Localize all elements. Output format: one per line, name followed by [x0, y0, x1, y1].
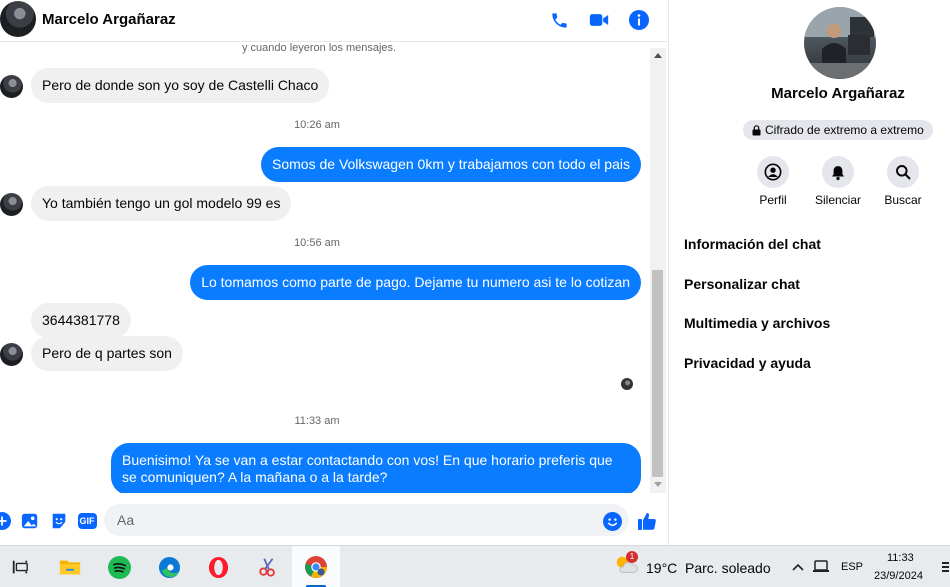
menu-privacy-help[interactable]: Privacidad y ayuda — [684, 355, 811, 371]
file-explorer-icon[interactable] — [58, 555, 82, 579]
emoji-icon[interactable] — [602, 511, 622, 531]
incoming-message[interactable]: 3644381778 — [31, 303, 131, 338]
gif-label: GIF — [77, 513, 97, 529]
sticker-icon[interactable] — [49, 511, 69, 531]
spotify-icon[interactable] — [107, 555, 131, 579]
bell-icon — [822, 156, 854, 188]
chat-scrollbar[interactable] — [650, 48, 666, 493]
photo-icon[interactable] — [20, 511, 40, 531]
avatar — [0, 193, 23, 216]
outgoing-message[interactable]: Somos de Volkswagen 0km y trabajamos con… — [261, 147, 641, 182]
encryption-badge[interactable]: Cifrado de extremo a extremo — [743, 120, 933, 140]
avatar — [0, 75, 23, 98]
profile-icon — [757, 156, 789, 188]
chat-details-panel: Marcelo Argañaraz Cifrado de extremo a e… — [668, 0, 950, 545]
chat-header: Marcelo Argañaraz — [0, 0, 667, 42]
message-timestamp: 11:33 am — [294, 415, 340, 427]
menu-chat-info[interactable]: Información del chat — [684, 236, 821, 252]
outgoing-message[interactable]: Buenisimo! Ya se van a estar contactando… — [111, 443, 641, 493]
clock-date[interactable]: 23/9/2024 — [874, 570, 923, 582]
notification-center-icon[interactable] — [938, 555, 950, 579]
weather-icon[interactable]: 1 — [614, 551, 638, 577]
scroll-up-arrow[interactable] — [654, 53, 662, 58]
lock-icon — [752, 124, 761, 135]
clock-time[interactable]: 11:33 — [887, 552, 914, 564]
incoming-message[interactable]: Yo también tengo un gol modelo 99 es — [31, 186, 292, 221]
contact-avatar[interactable] — [0, 1, 36, 37]
scroll-thumb[interactable] — [652, 270, 663, 477]
weather-condition[interactable]: Parc. soleado — [685, 560, 771, 576]
chrome-browser-icon[interactable] — [304, 555, 328, 579]
snipping-tool-icon[interactable] — [256, 555, 280, 579]
contact-name[interactable]: Marcelo Argañaraz — [42, 11, 176, 28]
taskbar: 1 19°C Parc. soleado ESP 11:33 23/9/2024 — [0, 545, 950, 587]
weather-temperature[interactable]: 19°C — [646, 560, 677, 576]
mute-action-button[interactable]: Silenciar — [806, 156, 870, 207]
plus-icon[interactable] — [0, 511, 12, 531]
search-action-button[interactable]: Buscar — [871, 156, 935, 207]
message-timestamp: 10:26 am — [294, 119, 340, 131]
profile-name: Marcelo Argañaraz — [771, 85, 905, 102]
video-call-icon[interactable] — [588, 9, 610, 31]
menu-customize-chat[interactable]: Personalizar chat — [684, 276, 800, 292]
read-receipt-avatar — [621, 378, 633, 390]
message-input[interactable] — [104, 504, 629, 536]
avatar — [0, 343, 23, 366]
phone-call-icon[interactable] — [548, 9, 570, 31]
search-icon — [887, 156, 919, 188]
profile-photo[interactable] — [804, 7, 876, 79]
task-view-icon[interactable] — [8, 555, 32, 579]
info-icon[interactable] — [628, 9, 650, 31]
like-thumb-icon[interactable] — [637, 511, 657, 531]
search-action-label: Buscar — [884, 193, 922, 207]
profile-action-button[interactable]: Perfil — [741, 156, 805, 207]
weather-notification-badge: 1 — [626, 551, 638, 563]
encryption-badge-label: Cifrado de extremo a extremo — [765, 123, 924, 137]
scroll-down-arrow[interactable] — [654, 482, 662, 487]
profile-action-label: Perfil — [759, 193, 787, 207]
gif-icon[interactable]: GIF — [77, 511, 97, 531]
message-list[interactable]: y cuando leyeron los mensajes. Pero de d… — [0, 43, 650, 493]
chevron-up-icon[interactable] — [786, 555, 810, 579]
message-timestamp: 10:56 am — [294, 237, 340, 249]
edge-browser-icon[interactable] — [157, 555, 181, 579]
opera-browser-icon[interactable] — [206, 555, 230, 579]
mute-action-label: Silenciar — [814, 193, 862, 207]
menu-media-files[interactable]: Multimedia y archivos — [684, 315, 830, 331]
message-composer: GIF — [0, 500, 667, 542]
incoming-message[interactable]: Pero de donde son yo soy de Castelli Cha… — [31, 68, 330, 103]
incoming-message[interactable]: Pero de q partes son — [31, 336, 183, 371]
system-note: y cuando leyeron los mensajes. — [242, 43, 397, 54]
input-language[interactable]: ESP — [841, 561, 863, 573]
network-icon[interactable] — [810, 555, 834, 579]
outgoing-message[interactable]: Lo tomamos como parte de pago. Dejame tu… — [190, 265, 641, 300]
